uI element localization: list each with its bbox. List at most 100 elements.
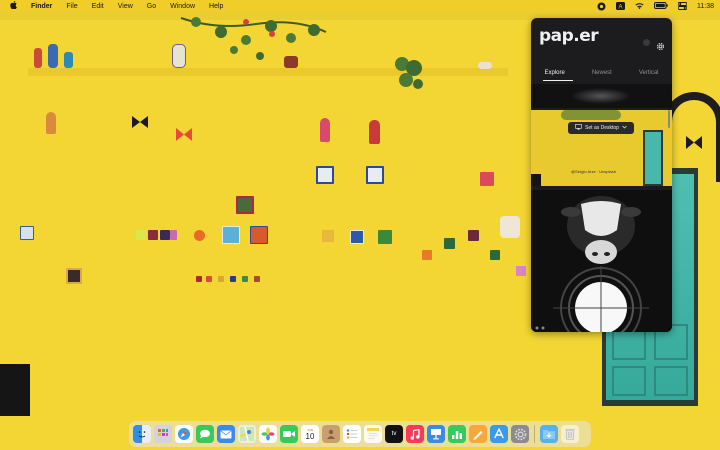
wall-tile [422, 250, 432, 260]
dock-system-preferences-icon[interactable] [511, 425, 529, 443]
wall-shelf [28, 68, 508, 76]
wallpaper-thumbnail-top[interactable] [531, 84, 672, 108]
wall-tile [194, 230, 205, 241]
paper-app-panel: pap.er Explore Newest Vertical Set as De… [531, 18, 672, 332]
goat-decoration [500, 216, 520, 238]
dark-object [0, 364, 30, 416]
menu-clock[interactable]: 11:38 [697, 3, 714, 10]
battery-icon[interactable] [654, 2, 668, 10]
wall-tile [222, 226, 240, 244]
dock-downloads-folder-icon[interactable] [540, 425, 558, 443]
tab-vertical[interactable]: Vertical [639, 70, 659, 76]
menu-app-name[interactable]: Finder [31, 3, 52, 10]
tab-active-indicator [543, 80, 573, 81]
paper-logo: pap.er [539, 26, 599, 46]
dock-notes-icon[interactable] [364, 425, 382, 443]
dock-pages-icon[interactable] [469, 425, 487, 443]
control-center-icon[interactable] [677, 2, 688, 10]
dock-numbers-icon[interactable] [448, 425, 466, 443]
paper-app-status-icon[interactable] [597, 2, 606, 11]
menu-view[interactable]: View [118, 3, 133, 10]
wallpaper-thumbnail-cow[interactable] [531, 190, 672, 332]
vase-decoration [64, 52, 73, 68]
input-source-icon[interactable]: A [616, 2, 625, 10]
dock-safari-icon[interactable] [175, 425, 193, 443]
thumbnail-object [531, 174, 541, 186]
wall-tile [242, 276, 248, 282]
dock-app-store-icon[interactable] [490, 425, 508, 443]
wifi-icon[interactable] [635, 2, 644, 10]
dock-finder-icon[interactable] [133, 425, 151, 443]
wall-tile [322, 230, 334, 242]
dock-messages-icon[interactable] [196, 425, 214, 443]
tab-newest[interactable]: Newest [592, 70, 612, 76]
figurine-decoration [46, 112, 56, 134]
dock-maps-icon[interactable] [238, 425, 256, 443]
door-panel [654, 366, 688, 396]
monitor-icon [575, 124, 583, 132]
figurine-decoration [320, 118, 330, 142]
status-dot-icon[interactable] [643, 39, 650, 46]
wall-tile [230, 276, 236, 282]
wall-tile [236, 196, 254, 214]
wall-tile [468, 230, 479, 241]
plant-decoration [180, 17, 327, 60]
wall-tile [254, 276, 260, 282]
wall-tile [444, 238, 455, 249]
figurine-decoration [369, 120, 380, 144]
wall-tile [480, 172, 494, 186]
dock: JUN 10 tv [129, 421, 591, 447]
wall-tile [148, 230, 158, 240]
menu-go[interactable]: Go [147, 3, 156, 10]
teapot-decoration [478, 62, 492, 69]
thumbnail-door [643, 130, 663, 186]
wall-tile [20, 226, 34, 240]
wall-tile [366, 166, 384, 184]
vase-decoration [48, 44, 58, 68]
tab-explore[interactable]: Explore [544, 70, 564, 76]
dock-photos-icon[interactable] [259, 425, 277, 443]
wall-tile [66, 268, 82, 284]
wall-tile [136, 230, 146, 240]
dock-trash-icon[interactable] [561, 425, 579, 443]
photo-credit[interactable]: @Sergio Arze · Unsplash [571, 169, 616, 174]
wall-tile [516, 266, 526, 276]
wall-tile [490, 250, 500, 260]
plant-decoration [395, 57, 423, 89]
menu-file[interactable]: File [66, 3, 77, 10]
dock-facetime-icon[interactable] [280, 425, 298, 443]
dock-launchpad-icon[interactable] [154, 425, 172, 443]
wall-tile [196, 276, 202, 282]
dock-mail-icon[interactable] [217, 425, 235, 443]
dock-contacts-icon[interactable] [322, 425, 340, 443]
set-as-desktop-label: Set as Desktop [585, 125, 619, 131]
thumbnail-image [571, 88, 631, 104]
dock-reminders-icon[interactable] [343, 425, 361, 443]
dock-tv-icon[interactable]: tv [385, 425, 403, 443]
thumbnail-plant [561, 110, 621, 120]
paper-tabs: Explore Newest Vertical [531, 70, 672, 76]
vase-decoration [34, 48, 42, 68]
wall-tile [170, 230, 177, 240]
cow-image [531, 190, 672, 332]
dock-music-icon[interactable] [406, 425, 424, 443]
dock-separator [534, 425, 535, 443]
set-as-desktop-button[interactable]: Set as Desktop [568, 122, 634, 134]
chevron-down-icon[interactable] [622, 125, 627, 131]
butterfly-decoration [132, 116, 148, 128]
menu-help[interactable]: Help [209, 3, 223, 10]
dock-calendar-icon[interactable]: JUN 10 [301, 425, 319, 443]
calendar-day: 10 [305, 431, 315, 441]
wall-tile [206, 276, 212, 282]
apple-menu-icon[interactable] [10, 1, 17, 11]
butterfly-decoration [176, 128, 192, 141]
door-panel [612, 366, 646, 396]
menu-bar: Finder File Edit View Go Window Help A 1… [0, 0, 720, 12]
wall-tile [250, 226, 268, 244]
scrollbar[interactable] [668, 110, 670, 128]
menu-edit[interactable]: Edit [92, 3, 104, 10]
gear-icon[interactable] [656, 38, 665, 51]
dock-keynote-icon[interactable] [427, 425, 445, 443]
wall-tile [218, 276, 224, 282]
menu-window[interactable]: Window [170, 3, 195, 10]
